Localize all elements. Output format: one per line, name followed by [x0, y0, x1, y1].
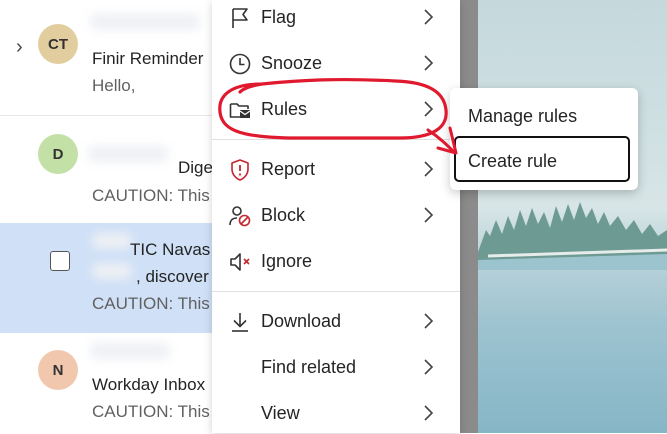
flag-icon	[232, 8, 248, 28]
chevron-right-icon	[424, 207, 434, 223]
clock-icon	[229, 53, 251, 75]
menu-item-label: Flag	[261, 7, 297, 27]
download-icon	[232, 313, 248, 332]
message-preview: CAUTION: This	[92, 186, 210, 205]
context-menu: Flag Snooze Rules Report Block Ignore Do…	[212, 0, 460, 433]
redacted-region	[92, 233, 132, 249]
redacted-region	[90, 343, 170, 359]
message-preview: , discover	[136, 267, 209, 286]
menu-item-report[interactable]: Report	[212, 150, 460, 190]
select-checkbox[interactable]	[50, 251, 70, 271]
message-item-selected[interactable]: TIC Navas , discover CAUTION: This	[0, 223, 222, 333]
background-landscape-image	[478, 0, 667, 433]
menu-item-view[interactable]: View	[212, 394, 460, 434]
redacted-region	[90, 14, 200, 30]
chevron-right-icon	[424, 101, 434, 117]
message-item[interactable]: N Workday Inbox CAUTION: This	[0, 333, 222, 433]
shield-alert-icon	[231, 159, 249, 181]
menu-item-label: Snooze	[261, 53, 323, 73]
block-icon	[229, 206, 251, 227]
menu-item-rules[interactable]: Rules	[212, 90, 460, 130]
menu-item-block[interactable]: Block	[212, 196, 460, 236]
menu-item-label: Block	[261, 205, 306, 225]
message-subject: Finir Reminder	[92, 49, 204, 68]
trees-illustration	[478, 202, 667, 270]
rules-submenu: Manage rules Create rule	[450, 88, 638, 190]
redacted-region	[92, 263, 132, 279]
message-item[interactable]: › CT Finir Reminder Hello,	[0, 0, 222, 116]
avatar: N	[38, 350, 78, 390]
rules-folder-icon	[229, 103, 251, 118]
message-preview: Hello,	[92, 76, 136, 95]
menu-item-find-related[interactable]: Find related	[212, 348, 460, 388]
menu-item-label: Rules	[261, 99, 308, 119]
chevron-right-icon	[424, 313, 434, 329]
message-item[interactable]: D Dige CAUTION: This	[0, 116, 222, 223]
chevron-right-icon	[424, 55, 434, 71]
message-subject: Workday Inbox	[92, 375, 206, 394]
message-list: › CT Finir Reminder Hello, D Dige CAUTIO…	[0, 0, 222, 433]
chevron-right-icon	[424, 161, 434, 177]
menu-item-download[interactable]: Download	[212, 302, 460, 342]
pane-divider[interactable]	[460, 0, 478, 433]
avatar: CT	[38, 24, 78, 64]
ignore-speaker-icon	[230, 253, 250, 271]
menu-item-snooze[interactable]: Snooze	[212, 44, 460, 84]
menu-item-label: Download	[261, 311, 342, 331]
chevron-right-icon	[424, 359, 434, 375]
menu-item-label: Find related	[261, 357, 357, 377]
message-preview: CAUTION: This	[92, 294, 210, 313]
chevron-right-icon	[424, 9, 434, 25]
message-preview: CAUTION: This	[92, 402, 210, 421]
menu-item-flag[interactable]: Flag	[212, 0, 460, 38]
menu-item-label: View	[261, 403, 300, 423]
submenu-item-create-rule[interactable]: Create rule	[468, 151, 557, 172]
redacted-region	[88, 146, 168, 162]
menu-item-ignore[interactable]: Ignore	[212, 242, 460, 282]
menu-item-label: Report	[261, 159, 316, 179]
message-subject: Dige	[178, 158, 213, 177]
avatar: D	[38, 134, 78, 174]
chevron-right-icon	[424, 405, 434, 421]
submenu-item-manage-rules[interactable]: Manage rules	[468, 106, 577, 127]
message-subject: TIC Navas	[130, 240, 211, 259]
menu-item-label: Ignore	[261, 251, 313, 271]
expand-chevron-icon[interactable]: ›	[16, 36, 23, 59]
